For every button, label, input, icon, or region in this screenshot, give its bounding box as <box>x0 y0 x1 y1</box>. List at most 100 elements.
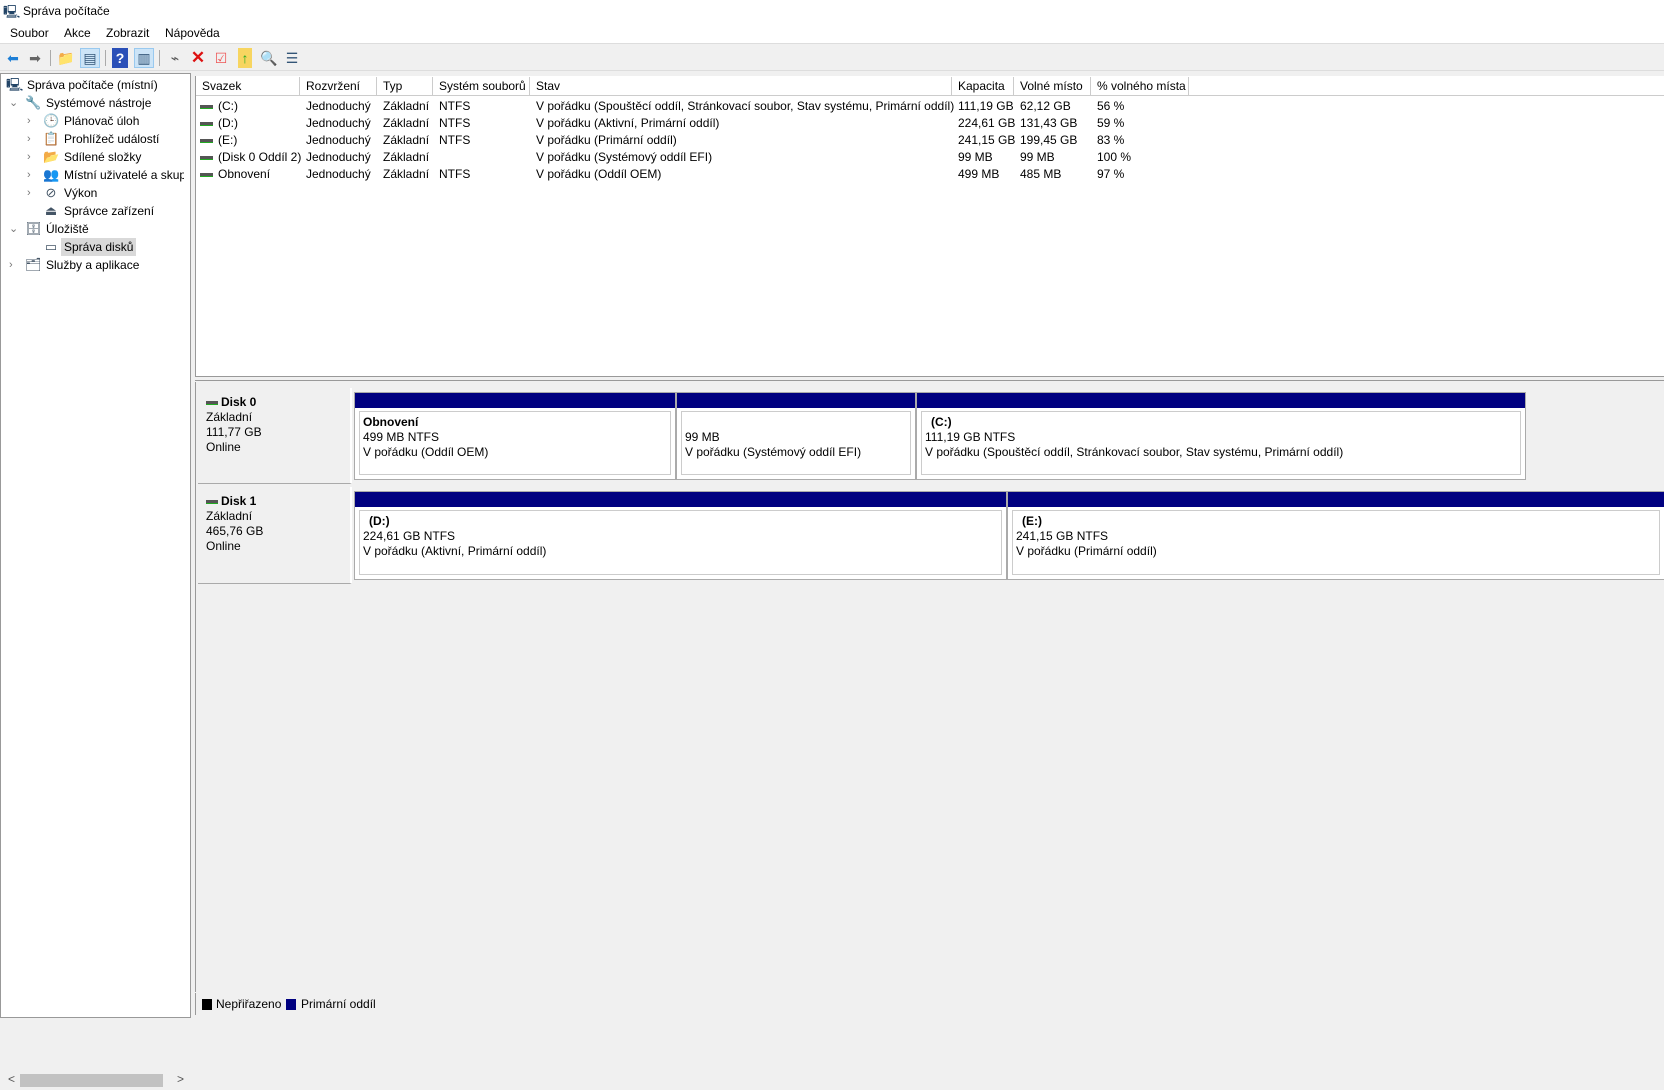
volume-name: Obnovení <box>218 167 271 181</box>
computer-icon: 🖳 <box>6 77 24 92</box>
table-cell: NTFS <box>439 167 471 181</box>
chevron-right-icon[interactable]: › <box>27 166 39 184</box>
chevron-down-icon[interactable]: ⌄ <box>9 220 21 238</box>
tree-root[interactable]: 🖳 Správa počítače (místní) <box>6 76 191 94</box>
menu-zobrazit[interactable]: Zobrazit <box>106 26 149 40</box>
scroll-right-icon[interactable]: > <box>177 1072 184 1086</box>
table-cell: (E:) <box>200 132 237 149</box>
menu-napoveda[interactable]: Nápověda <box>165 26 220 40</box>
partition-type-bar <box>1008 492 1664 507</box>
table-cell: Jednoduchý <box>306 150 371 164</box>
table-cell: V pořádku (Oddíl OEM) <box>536 167 662 181</box>
legend-swatch-unallocated <box>202 999 212 1010</box>
partition-type-bar <box>917 393 1525 408</box>
tree-item[interactable]: › 🕒 Plánovač úloh <box>27 112 184 130</box>
volume-icon <box>200 104 213 109</box>
search-icon[interactable]: 🔍 <box>259 48 279 68</box>
tree-horizontal-scrollbar[interactable]: < > <box>2 1071 190 1090</box>
column-header[interactable]: Volné místo <box>1014 77 1091 96</box>
services-icon: 🗂 <box>25 257 42 272</box>
table-cell: Obnovení <box>200 166 270 183</box>
menu-akce[interactable]: Akce <box>64 26 91 40</box>
disk-size: 111,77 GB <box>206 425 262 439</box>
tree-item[interactable]: › 📂 Sdílené složky <box>27 148 184 166</box>
show-hide-tree-icon[interactable]: ▤ <box>80 48 100 68</box>
disk-label-0[interactable]: Disk 0 Základní 111,77 GB Online <box>198 388 352 484</box>
properties-icon[interactable]: ☑ <box>211 48 231 68</box>
volume-name: (E:) <box>218 133 238 147</box>
column-header[interactable]: Typ <box>377 77 433 96</box>
help-icon[interactable]: ? <box>112 48 128 68</box>
table-cell: Jednoduchý <box>306 167 371 181</box>
table-cell: 97 % <box>1097 167 1125 181</box>
menu-soubor[interactable]: Soubor <box>10 26 49 40</box>
table-cell: 99 MB <box>1020 150 1055 164</box>
partition[interactable]: (E:) 241,15 GB NTFS V pořádku (Primární … <box>1007 491 1664 580</box>
partition-type-bar <box>677 393 915 408</box>
table-row[interactable]: (E:) Jednoduchý Základní NTFS V pořádku (Pri… <box>196 132 1196 149</box>
table-row[interactable]: (Disk 0 Oddíl 2) Jednoduchý Základní V pořá… <box>196 149 1196 166</box>
forward-icon[interactable]: ➡ <box>25 48 45 68</box>
tree-item[interactable]: ▭ Správa disků <box>27 238 184 256</box>
window-title: Správa počítače <box>23 4 110 18</box>
partition-size: 99 MB <box>685 430 720 444</box>
partition-status: V pořádku (Primární oddíl) <box>1016 544 1157 558</box>
partition[interactable]: (D:) 224,61 GB NTFS V pořádku (Aktivní, … <box>354 491 1007 580</box>
table-cell: Základní <box>383 99 430 113</box>
chevron-right-icon[interactable]: › <box>9 256 21 274</box>
list-icon[interactable]: ☰ <box>282 48 302 68</box>
column-header[interactable]: Stav <box>530 77 952 96</box>
disk-graph-view: Disk 0 Základní 111,77 GB Online Obnoven… <box>195 382 1664 992</box>
column-header[interactable]: Systém souborů <box>433 77 530 96</box>
partition[interactable]: 99 MB V pořádku (Systémový oddíl EFI) <box>676 392 916 480</box>
tree-item[interactable]: ⌄ 🗄 Úložiště <box>9 220 184 238</box>
column-header[interactable]: Rozvržení <box>300 77 377 96</box>
volume-name: (D:) <box>218 116 238 130</box>
back-icon[interactable]: ⬅ <box>3 48 23 68</box>
partition-status: V pořádku (Spouštěcí oddíl, Stránkovací … <box>925 445 1344 459</box>
column-header[interactable]: Kapacita <box>952 77 1014 96</box>
partition-status: V pořádku (Aktivní, Primární oddíl) <box>363 544 547 558</box>
chevron-right-icon[interactable]: › <box>27 130 39 148</box>
up-folder-icon[interactable]: 📁 <box>56 48 76 68</box>
disk-label-1[interactable]: Disk 1 Základní 465,76 GB Online <box>198 487 352 584</box>
table-row[interactable]: (C:) Jednoduchý Základní NTFS V pořádku (Spo… <box>196 98 1196 115</box>
partition-size: 224,61 GB NTFS <box>363 529 456 543</box>
table-cell: Základní <box>383 133 430 147</box>
table-cell: 485 MB <box>1020 167 1062 181</box>
chevron-right-icon[interactable]: › <box>27 148 39 166</box>
tree-item[interactable]: ⌄ 🔧 Systémové nástroje <box>9 94 184 112</box>
export-icon[interactable]: ↑ <box>238 48 252 68</box>
table-row[interactable]: (D:) Jednoduchý Základní NTFS V pořádku (Akt… <box>196 115 1196 132</box>
show-hide-action-pane-icon[interactable]: ▥ <box>134 48 154 68</box>
partition[interactable]: Obnovení 499 MB NTFS V pořádku (Oddíl OE… <box>354 392 676 480</box>
tree-item[interactable]: ›👥Místní uživatelé a skupiny <box>27 166 184 184</box>
chevron-down-icon[interactable]: ⌄ <box>9 94 21 112</box>
table-cell: 199,45 GB <box>1020 133 1078 147</box>
partition-name <box>685 415 907 430</box>
tree-item[interactable]: ⏏ Správce zařízení <box>27 202 184 220</box>
tree-item[interactable]: › 🗂 Služby a aplikace <box>9 256 184 274</box>
tree-item[interactable]: › 📋 Prohlížeč událostí <box>27 130 184 148</box>
scrollbar-thumb[interactable] <box>20 1074 163 1087</box>
chevron-right-icon[interactable]: › <box>27 184 39 202</box>
partition-name: (D:) <box>369 514 390 528</box>
delete-icon[interactable]: ✕ <box>188 48 208 68</box>
scroll-left-icon[interactable]: < <box>8 1072 15 1086</box>
tree-item[interactable]: › ⊘ Výkon <box>27 184 184 202</box>
partition-type-bar <box>355 492 1006 507</box>
partition-size: 111,19 GB NTFS <box>925 430 1016 444</box>
partition-status: V pořádku (Systémový oddíl EFI) <box>685 445 862 459</box>
pane-splitter[interactable] <box>195 376 1664 381</box>
partition[interactable]: (C:) 111,19 GB NTFS V pořádku (Spouštěcí… <box>916 392 1526 480</box>
volume-name: (Disk 0 Oddíl 2) <box>218 150 302 164</box>
column-header[interactable]: Svazek <box>196 77 300 96</box>
column-header[interactable]: % volného místa <box>1091 77 1189 96</box>
disk-type: Základní <box>206 410 253 424</box>
chevron-right-icon[interactable]: › <box>27 112 39 130</box>
table-row[interactable]: Obnovení Jednoduchý Základní NTFS V pořádku … <box>196 166 1196 183</box>
table-cell: 59 % <box>1097 116 1125 130</box>
connect-drive-icon[interactable]: ⌁ <box>165 48 185 68</box>
table-cell: Jednoduchý <box>306 116 371 130</box>
menu-bar: Soubor Akce Zobrazit Nápověda <box>0 22 1664 44</box>
